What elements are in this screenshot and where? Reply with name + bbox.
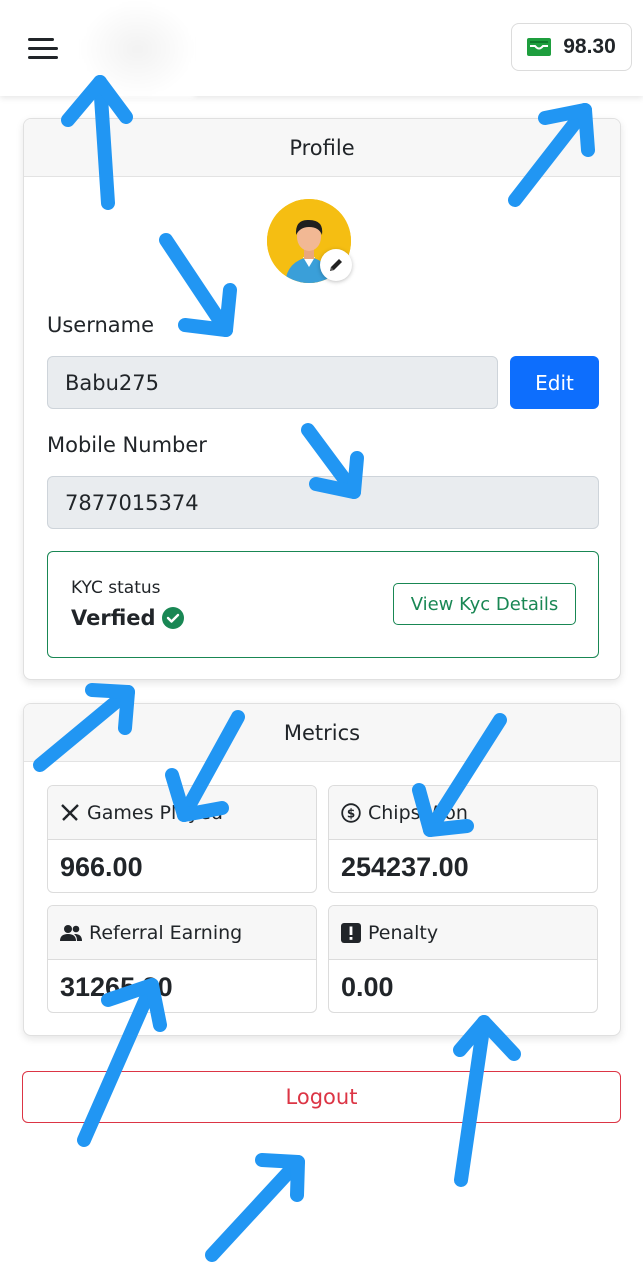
- edit-username-button[interactable]: Edit: [510, 356, 599, 409]
- username-field[interactable]: Babu275: [47, 356, 498, 409]
- users-icon: [60, 924, 82, 941]
- logo: [80, 0, 195, 98]
- metric-games-played: Games Played 966.00: [47, 785, 317, 893]
- arrow-icon: [205, 1153, 305, 1262]
- metric-chips-won: $ Chips Won 254237.00: [328, 785, 598, 893]
- top-navbar: 98.30: [0, 0, 643, 98]
- kyc-status-text: Verfied: [71, 606, 156, 630]
- wallet-balance-button[interactable]: 98.30: [511, 23, 632, 71]
- metric-label: Penalty: [368, 921, 439, 944]
- metric-referral-earning: Referral Earning 31265.80: [47, 905, 317, 1013]
- metric-value: 0.00: [341, 971, 394, 1002]
- metric-label: Chips Won: [368, 801, 468, 824]
- menu-icon[interactable]: [28, 36, 62, 62]
- metric-penalty: Penalty 0.00: [328, 905, 598, 1013]
- pencil-icon: [330, 259, 342, 271]
- metric-value: 254237.00: [341, 851, 469, 882]
- crossed-swords-icon: [61, 803, 79, 821]
- username-label: Username: [47, 313, 155, 337]
- kyc-status-label: KYC status: [71, 578, 161, 598]
- check-circle-icon: [161, 607, 184, 629]
- svg-text:$: $: [347, 806, 355, 820]
- logout-button[interactable]: Logout: [22, 1071, 621, 1123]
- mobile-number-label: Mobile Number: [47, 433, 207, 457]
- metrics-card: Metrics Games Played 966.00 $ Chips Won …: [23, 703, 621, 1036]
- metric-value: 31265.80: [60, 971, 173, 1002]
- metrics-card-title: Metrics: [24, 704, 620, 762]
- wallet-amount: 98.30: [563, 35, 616, 58]
- view-kyc-details-button[interactable]: View Kyc Details: [393, 583, 576, 625]
- kyc-status-panel: KYC status Verfied View Kyc Details: [47, 551, 599, 658]
- edit-avatar-button[interactable]: [320, 249, 352, 281]
- mobile-number-field[interactable]: 7877015374: [47, 476, 599, 529]
- profile-card: Profile Username Babu275 Edit Mobile Num…: [23, 118, 621, 680]
- wallet-icon: [527, 38, 552, 56]
- metric-label: Games Played: [87, 801, 223, 824]
- chips-coin-icon: $: [341, 802, 361, 823]
- metric-value: 966.00: [60, 851, 143, 882]
- metric-label: Referral Earning: [89, 921, 243, 944]
- profile-card-title: Profile: [24, 119, 620, 177]
- exclamation-icon: [341, 922, 361, 943]
- kyc-status-value: Verfied: [71, 606, 184, 630]
